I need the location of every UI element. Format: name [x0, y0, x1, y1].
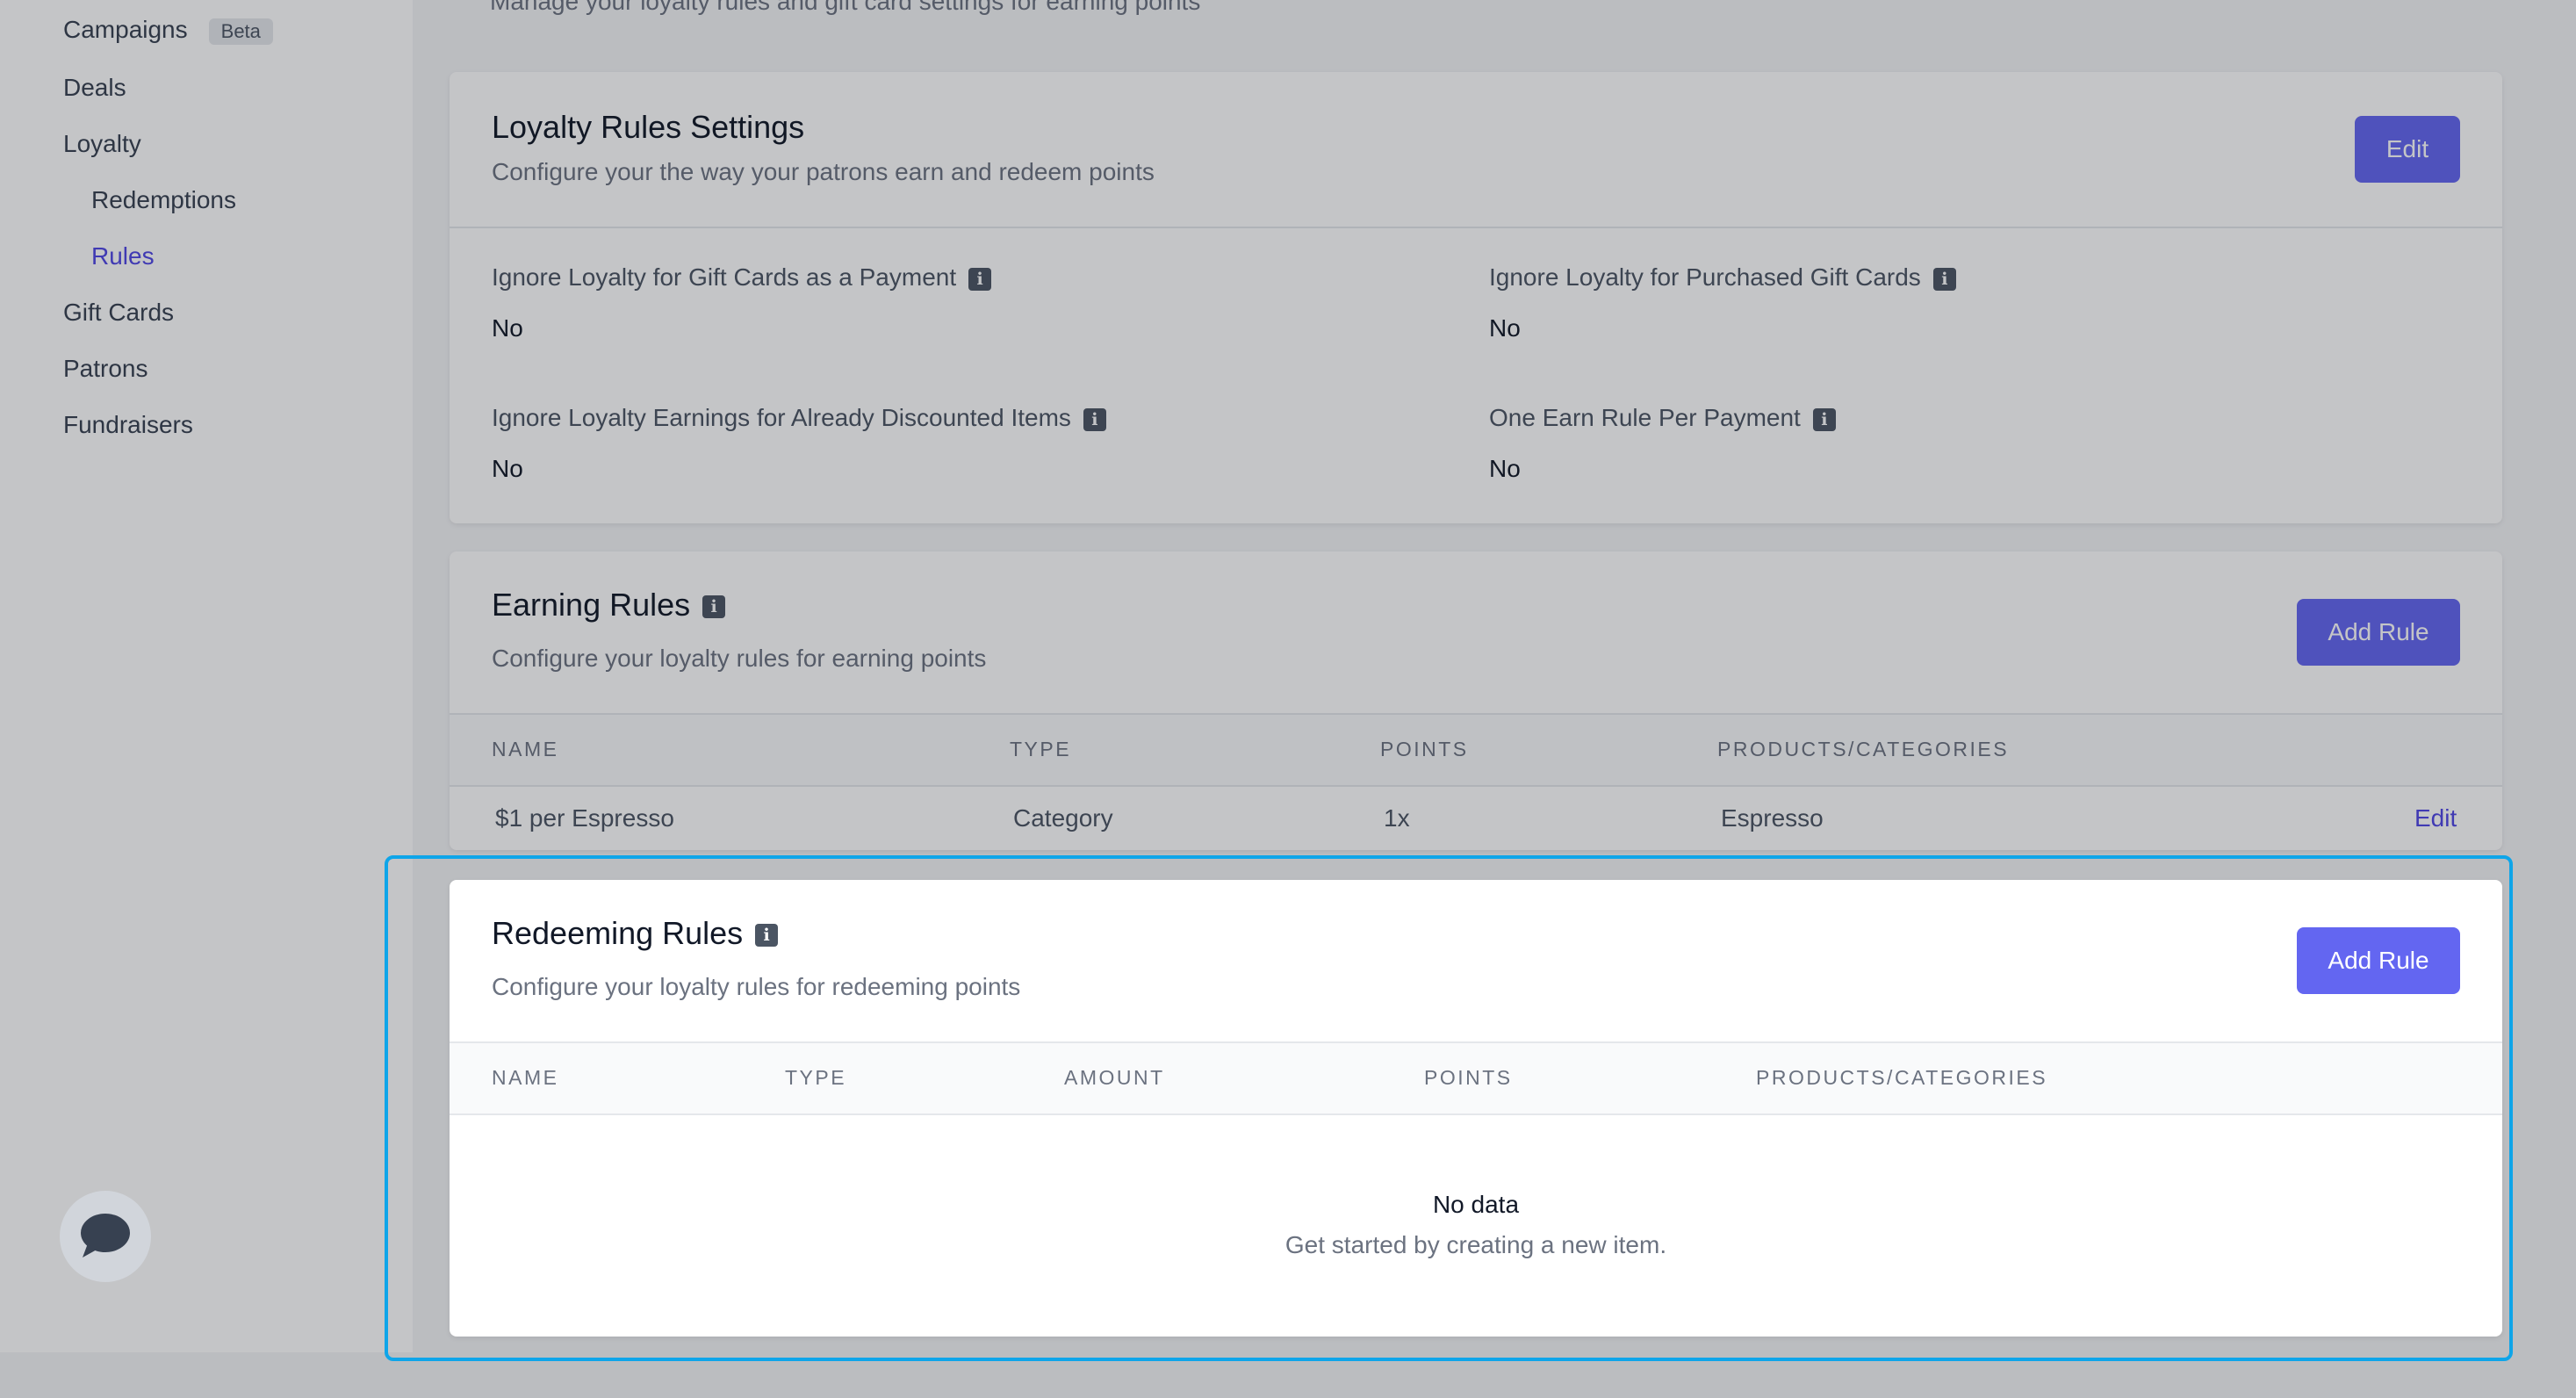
redeeming-rules-card: Redeeming Rules i Configure your loyalty … [450, 880, 2502, 1337]
settings-title: Loyalty Rules Settings [492, 109, 805, 145]
redeeming-table-header: NAME TYPE AMOUNT POINTS PRODUCTS/CATEGOR… [450, 1041, 2502, 1115]
redeeming-add-rule-button[interactable]: Add Rule [2297, 927, 2460, 994]
field-value-purchased-gift-cards: No [1489, 314, 1521, 342]
column-header: AMOUNT [1064, 1066, 1165, 1089]
field-label-gift-card-payment: Ignore Loyalty for Gift Cards as a Payme… [492, 263, 992, 292]
field-value-one-earn-rule: No [1489, 455, 1521, 482]
earning-title: Earning Rules i [492, 587, 726, 623]
info-icon[interactable]: i [702, 595, 726, 619]
column-header: PRODUCTS/CATEGORIES [1717, 738, 2010, 760]
loyalty-settings-card: Loyalty Rules Settings Configure your th… [450, 72, 2502, 523]
sidebar-item-rules[interactable]: Rules [91, 242, 155, 270]
sidebar-item-fundraisers[interactable]: Fundraisers [63, 411, 193, 439]
redeeming-subtitle: Configure your loyalty rules for redeemi… [492, 973, 1021, 1000]
cell-type: Category [1013, 804, 1113, 832]
field-value-gift-card-payment: No [492, 314, 523, 342]
sidebar-item-redemptions[interactable]: Redemptions [91, 186, 236, 214]
settings-edit-button[interactable]: Edit [2355, 116, 2460, 183]
info-icon[interactable]: i [1812, 407, 1836, 431]
column-header: POINTS [1424, 1066, 1513, 1089]
empty-state-title: No data [1432, 1191, 1520, 1218]
field-value-discounted-items: No [492, 455, 523, 482]
column-header: NAME [492, 738, 559, 760]
sidebar-item-deals[interactable]: Deals [63, 74, 126, 102]
info-icon[interactable]: i [1083, 407, 1106, 431]
page-description: Manage your loyalty rules and gift card … [490, 0, 1201, 15]
sidebar-item-patrons[interactable]: Patrons [63, 355, 148, 383]
info-icon[interactable]: i [1932, 267, 1956, 291]
sidebar-item-label: Campaigns [63, 16, 188, 43]
info-icon[interactable]: i [755, 924, 779, 948]
column-header: PRODUCTS/CATEGORIES [1756, 1066, 2048, 1089]
cell-name: $1 per Espresso [495, 804, 674, 832]
earning-add-rule-button[interactable]: Add Rule [2297, 599, 2460, 666]
beta-badge: Beta [208, 18, 273, 45]
sidebar-item-gift-cards[interactable]: Gift Cards [63, 299, 174, 327]
column-header: TYPE [785, 1066, 847, 1089]
divider [450, 227, 2502, 228]
sidebar-item-loyalty[interactable]: Loyalty [63, 130, 141, 158]
chat-button[interactable] [60, 1191, 151, 1282]
column-header: NAME [492, 1066, 559, 1089]
info-icon[interactable]: i [968, 267, 992, 291]
earning-subtitle: Configure your loyalty rules for earning… [492, 645, 987, 672]
empty-state-subtitle: Get started by creating a new item. [1284, 1231, 1667, 1258]
chat-bubble-icon [81, 1214, 130, 1257]
redeeming-title: Redeeming Rules i [492, 915, 779, 952]
earning-rules-card: Earning Rules i Configure your loyalty ru… [450, 551, 2502, 850]
row-edit-link[interactable]: Edit [2414, 804, 2457, 832]
cell-products: Espresso [1721, 804, 1824, 832]
column-header: TYPE [1010, 738, 1072, 760]
field-label-discounted-items: Ignore Loyalty Earnings for Already Disc… [492, 404, 1106, 432]
sidebar-item-campaigns[interactable]: Campaigns Beta [63, 16, 273, 45]
sidebar: Campaigns Beta Deals Loyalty Redemptions … [0, 0, 413, 1352]
field-label-one-earn-rule: One Earn Rule Per Payment i [1489, 404, 1836, 432]
settings-subtitle: Configure your the way your patrons earn… [492, 158, 1155, 185]
column-header: POINTS [1380, 738, 1469, 760]
cell-points: 1x [1384, 804, 1410, 832]
earning-table-header: NAME TYPE POINTS PRODUCTS/CATEGORIES [450, 713, 2502, 787]
field-label-purchased-gift-cards: Ignore Loyalty for Purchased Gift Cards i [1489, 263, 1956, 292]
